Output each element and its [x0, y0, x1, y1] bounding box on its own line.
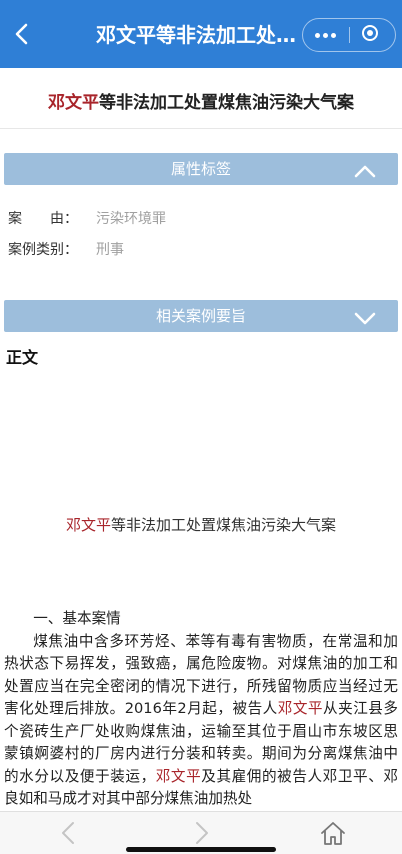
- attributes-panel-label: 属性标签: [170, 160, 231, 178]
- highlighted-name: 邓文平: [155, 767, 202, 785]
- more-dots-icon[interactable]: [303, 19, 349, 51]
- chevron-left-icon[interactable]: [8, 20, 36, 50]
- arrow-right-icon[interactable]: [186, 820, 216, 846]
- case-title-rest: 等非法加工处置煤焦油污染大气案: [99, 93, 354, 113]
- section-heading: 一、基本案情: [33, 610, 121, 627]
- attribute-key: 案例类别：: [8, 242, 78, 258]
- title-divider: [0, 128, 402, 129]
- chevron-up-icon: [354, 163, 376, 182]
- attribute-value: 污染环境罪: [96, 211, 166, 227]
- case-title-highlight: 邓文平: [48, 93, 99, 113]
- section-label: 正文: [6, 348, 39, 367]
- top-navigation-bar: 邓文平等非法加工处置煤焦油污染大气案: [0, 0, 402, 68]
- paragraph: 煤焦油中含多环芳烃、苯等有毒有害物质，在常温和加热状态下易挥发，强致癌，属危险废…: [4, 631, 398, 811]
- attributes-panel-toggle[interactable]: 属性标签: [4, 153, 398, 185]
- body-title-rest: 等非法加工处置煤焦油污染大气案: [111, 516, 337, 534]
- arrow-left-icon[interactable]: [54, 820, 84, 846]
- related-cases-label: 相关案例要旨: [155, 307, 246, 325]
- page-title: 邓文平等非法加工处置煤焦油污染大气案: [96, 23, 306, 47]
- attribute-key: 案 由：: [8, 211, 78, 227]
- miniprogram-capsule: [302, 18, 396, 52]
- case-title: 邓文平等非法加工处置煤焦油污染大气案: [0, 88, 402, 113]
- body-title: 邓文平等非法加工处置煤焦油污染大气案: [0, 514, 402, 535]
- body-title-highlight: 邓文平: [65, 516, 111, 534]
- home-icon[interactable]: [318, 820, 348, 846]
- attribute-value: 刑事: [96, 242, 124, 258]
- case-body-text: 一、基本案情 煤焦油中含多环芳烃、苯等有毒有害物质，在常温和加热状态下易挥发，强…: [4, 608, 398, 811]
- highlighted-name: 邓文平: [277, 700, 324, 717]
- miniprogram-close-icon[interactable]: [350, 19, 396, 51]
- related-cases-panel-toggle[interactable]: 相关案例要旨: [4, 300, 398, 332]
- home-indicator: [126, 847, 276, 852]
- chevron-down-icon: [354, 310, 376, 329]
